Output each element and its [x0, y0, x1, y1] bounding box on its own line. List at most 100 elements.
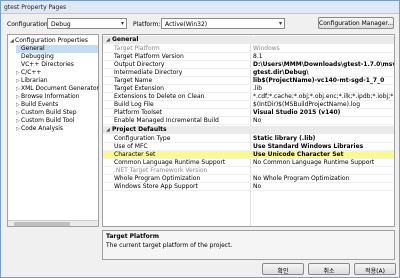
property-value: .lib	[253, 85, 263, 92]
description-title: Target Platform	[106, 233, 159, 240]
section-project-defaults[interactable]: ◢ Project Defaults	[103, 126, 394, 134]
window-title: gtest Property Pages	[4, 4, 67, 11]
tree-item-label: VC++ Directories	[21, 61, 74, 68]
tree-item-label: Browse Information	[21, 93, 80, 100]
property-name: Target Platform	[114, 45, 160, 52]
platform-dropdown[interactable]: Active(Win32) ▾	[161, 18, 285, 29]
property-row-character-set[interactable]: Character Set Use Unicode Character Set	[103, 151, 394, 159]
property-row[interactable]: Platform Toolset Visual Studio 2015 (v14…	[103, 109, 394, 117]
property-value: $(IntDir)$(MSBuildProjectName).log	[253, 101, 361, 108]
property-value: Visual Studio 2015 (v140)	[253, 109, 341, 116]
tree-horizontal-scrollbar[interactable]	[8, 220, 98, 226]
property-row[interactable]: Target Platform Windows	[103, 45, 394, 53]
property-pages-dialog: gtest Property Pages Configuration: Debu…	[0, 0, 400, 278]
property-name: Build Log File	[114, 101, 154, 108]
tree-item-general[interactable]: General	[16, 45, 98, 53]
tree-item-label: General	[21, 45, 45, 52]
dialog-buttons: 확인 취소 적용(A)	[1, 263, 399, 277]
property-name: Use of MFC	[114, 143, 148, 150]
property-name: Enable Managed Incremental Build	[114, 117, 219, 124]
tree-item-label: XML Document Generator	[21, 85, 99, 92]
title-bar[interactable]: gtest Property Pages	[1, 1, 399, 14]
apply-button[interactable]: 적용(A)	[354, 263, 396, 275]
configuration-value: Debug	[51, 21, 71, 28]
tree-item-vc-directories[interactable]: VC++ Directories	[16, 61, 74, 69]
property-row[interactable]: Configuration Type Static library (.lib)	[103, 135, 394, 143]
property-row[interactable]: Target Platform Version 8.1	[103, 53, 394, 61]
tree-item-custom-build-tool[interactable]: ▷Custom Build Tool	[16, 117, 75, 125]
property-value: Windows	[253, 45, 280, 52]
property-value: No Common Language Runtime Support	[253, 159, 375, 166]
property-row[interactable]: Extensions to Delete on Clean *.cdf;*.ca…	[103, 93, 394, 101]
property-grid: ◢ General Target Platform Windows Target …	[102, 34, 395, 227]
tree-item-c-cpp[interactable]: ▷C/C++	[16, 69, 41, 77]
settings-tree: ◢Configuration Properties General Debugg…	[7, 34, 99, 227]
chevron-down-icon: ▾	[278, 20, 282, 27]
description-text: The current target platform of the proje…	[106, 242, 233, 249]
configuration-row: Configuration: Debug ▾ Platform: Active(…	[1, 16, 399, 32]
configuration-manager-button[interactable]: Configuration Manager...	[318, 17, 394, 29]
tree-item-label: Custom Build Step	[21, 109, 77, 116]
tree-item-label: Configuration Properties	[15, 37, 88, 44]
tree-item-label: Code Analysis	[21, 125, 63, 132]
section-label: General	[112, 36, 139, 43]
section-label: Project Defaults	[112, 126, 167, 133]
ok-button[interactable]: 확인	[262, 263, 304, 275]
property-name: Extensions to Delete on Clean	[114, 93, 205, 100]
property-name: Common Language Runtime Support	[114, 159, 226, 166]
property-row[interactable]: Common Language Runtime Support No Commo…	[103, 159, 394, 167]
tree-item-build-events[interactable]: ▷Build Events	[16, 101, 58, 109]
property-row[interactable]: Target Name lib$(ProjectName)-vc140-mt-s…	[103, 77, 394, 85]
property-row[interactable]: Use of MFC Use Standard Windows Librarie…	[103, 143, 394, 151]
tree-item-browse-information[interactable]: ▷Browse Information	[16, 93, 80, 101]
property-row[interactable]: Whole Program Optimization No Whole Prog…	[103, 175, 394, 183]
property-value: No Whole Program Optimization	[253, 175, 350, 182]
platform-label: Platform:	[133, 21, 161, 28]
tree-item-custom-build-step[interactable]: ▷Custom Build Step	[16, 109, 77, 117]
property-value: D:\Users\MMM\Downloads\gtest-1.7.0\msvc\…	[253, 61, 394, 68]
property-row[interactable]: Build Log File $(IntDir)$(MSBuildProject…	[103, 101, 394, 109]
tree-item-label: Build Events	[21, 101, 59, 108]
property-name: Intermediate Directory	[114, 69, 183, 76]
property-value: No	[253, 183, 262, 190]
property-value: 8.1	[253, 53, 263, 60]
configuration-dropdown[interactable]: Debug ▾	[47, 18, 127, 29]
tree-item-label: C/C++	[21, 69, 42, 76]
configuration-label: Configuration:	[7, 21, 50, 28]
property-value: lib$(ProjectName)-vc140-mt-sgd-1_7_0	[253, 77, 385, 84]
property-row[interactable]: .NET Target Framework Version	[103, 167, 394, 175]
property-row[interactable]: Target Extension .lib	[103, 85, 394, 93]
tree-item-configuration-properties[interactable]: ◢Configuration Properties	[10, 37, 88, 45]
tree-item-label: Custom Build Tool	[21, 117, 75, 124]
property-name: Target Platform Version	[114, 53, 184, 60]
tree-item-librarian[interactable]: ▷Librarian	[16, 77, 48, 85]
property-row[interactable]: Intermediate Directory gtest.dir\Debug\	[103, 69, 394, 77]
section-general[interactable]: ◢ General	[103, 36, 394, 44]
property-name: Output Directory	[114, 61, 165, 68]
property-name: Whole Program Optimization	[114, 175, 201, 182]
cancel-button[interactable]: 취소	[308, 263, 350, 275]
tree-item-code-analysis[interactable]: ▷Code Analysis	[16, 125, 63, 133]
property-row[interactable]: Enable Managed Incremental Build No	[103, 117, 394, 125]
property-row[interactable]: Output Directory D:\Users\MMM\Downloads\…	[103, 61, 394, 69]
property-name: Character Set	[114, 151, 156, 158]
platform-value: Active(Win32)	[165, 21, 208, 28]
property-value: Use Standard Windows Libraries	[253, 143, 364, 150]
property-value: No	[253, 117, 262, 124]
property-value: *.cdf;*.cache;*.obj;*.obj.enc;*.ilk;*.ip…	[253, 93, 394, 100]
property-value: Use Unicode Character Set	[253, 151, 344, 158]
chevron-down-icon: ▾	[120, 20, 124, 27]
property-name: Target Name	[114, 77, 153, 84]
property-name: Windows Store App Support	[114, 183, 198, 190]
property-name: Platform Toolset	[114, 109, 163, 116]
property-row[interactable]: Windows Store App Support No	[103, 183, 394, 191]
tree-item-label: Debugging	[21, 53, 54, 60]
property-name: .NET Target Framework Version	[114, 167, 208, 174]
tree-item-debugging[interactable]: Debugging	[16, 53, 54, 61]
property-name: Configuration Type	[114, 135, 171, 142]
property-value: gtest.dir\Debug\	[253, 69, 309, 76]
scrollbar-thumb[interactable]	[14, 222, 70, 226]
tree-item-label: Librarian	[21, 77, 48, 84]
tree-item-xml-document-generator[interactable]: ▷XML Document Generator	[16, 85, 99, 93]
description-panel: Target Platform The current target platf…	[102, 230, 395, 260]
